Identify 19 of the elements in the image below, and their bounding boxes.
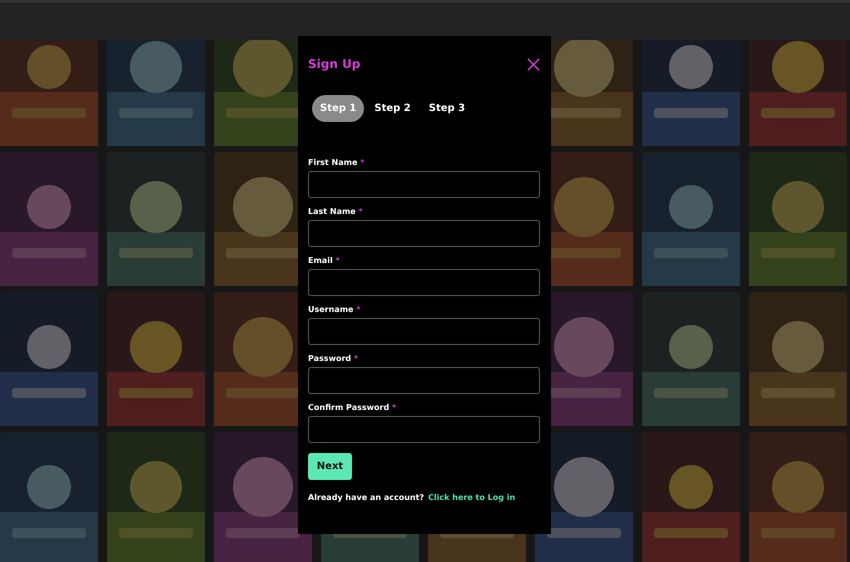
input-field[interactable] <box>308 318 540 345</box>
step-tab[interactable]: Step 3 <box>420 95 474 122</box>
close-icon[interactable] <box>527 58 540 70</box>
input-field[interactable] <box>308 416 540 443</box>
dialog-title: Sign Up <box>308 57 360 71</box>
field-label: Email * <box>308 256 341 266</box>
step-tab[interactable]: Step 2 <box>366 95 419 122</box>
input-field[interactable] <box>308 220 540 247</box>
account-prompt: Already have an account? <box>308 493 424 502</box>
login-link[interactable]: Click here to Log in <box>428 493 516 502</box>
field-label: Confirm Password * <box>308 403 398 413</box>
input-field[interactable] <box>308 171 540 198</box>
input-field[interactable] <box>308 367 540 394</box>
field-label: Username * <box>308 305 362 315</box>
input-field[interactable] <box>308 269 540 296</box>
next-button[interactable]: Next <box>308 453 352 480</box>
field-label: First Name * <box>308 158 366 168</box>
field-label: Password * <box>308 354 360 364</box>
field-label: Last Name * <box>308 207 364 217</box>
